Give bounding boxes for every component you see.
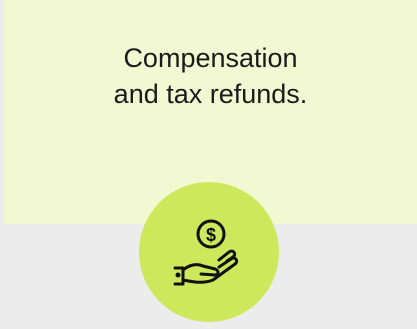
hand-coin-icon: $ [173, 219, 239, 286]
coin-symbol: $ [206, 225, 216, 245]
wrist-dot [175, 272, 181, 278]
feature-title-line-1: Compensation [123, 43, 298, 73]
hand-palm [181, 263, 220, 277]
feature-title-line-2: and tax refunds. [113, 79, 308, 109]
icon-badge: $ [139, 182, 279, 322]
feature-title: Compensation and tax refunds. [4, 40, 417, 112]
